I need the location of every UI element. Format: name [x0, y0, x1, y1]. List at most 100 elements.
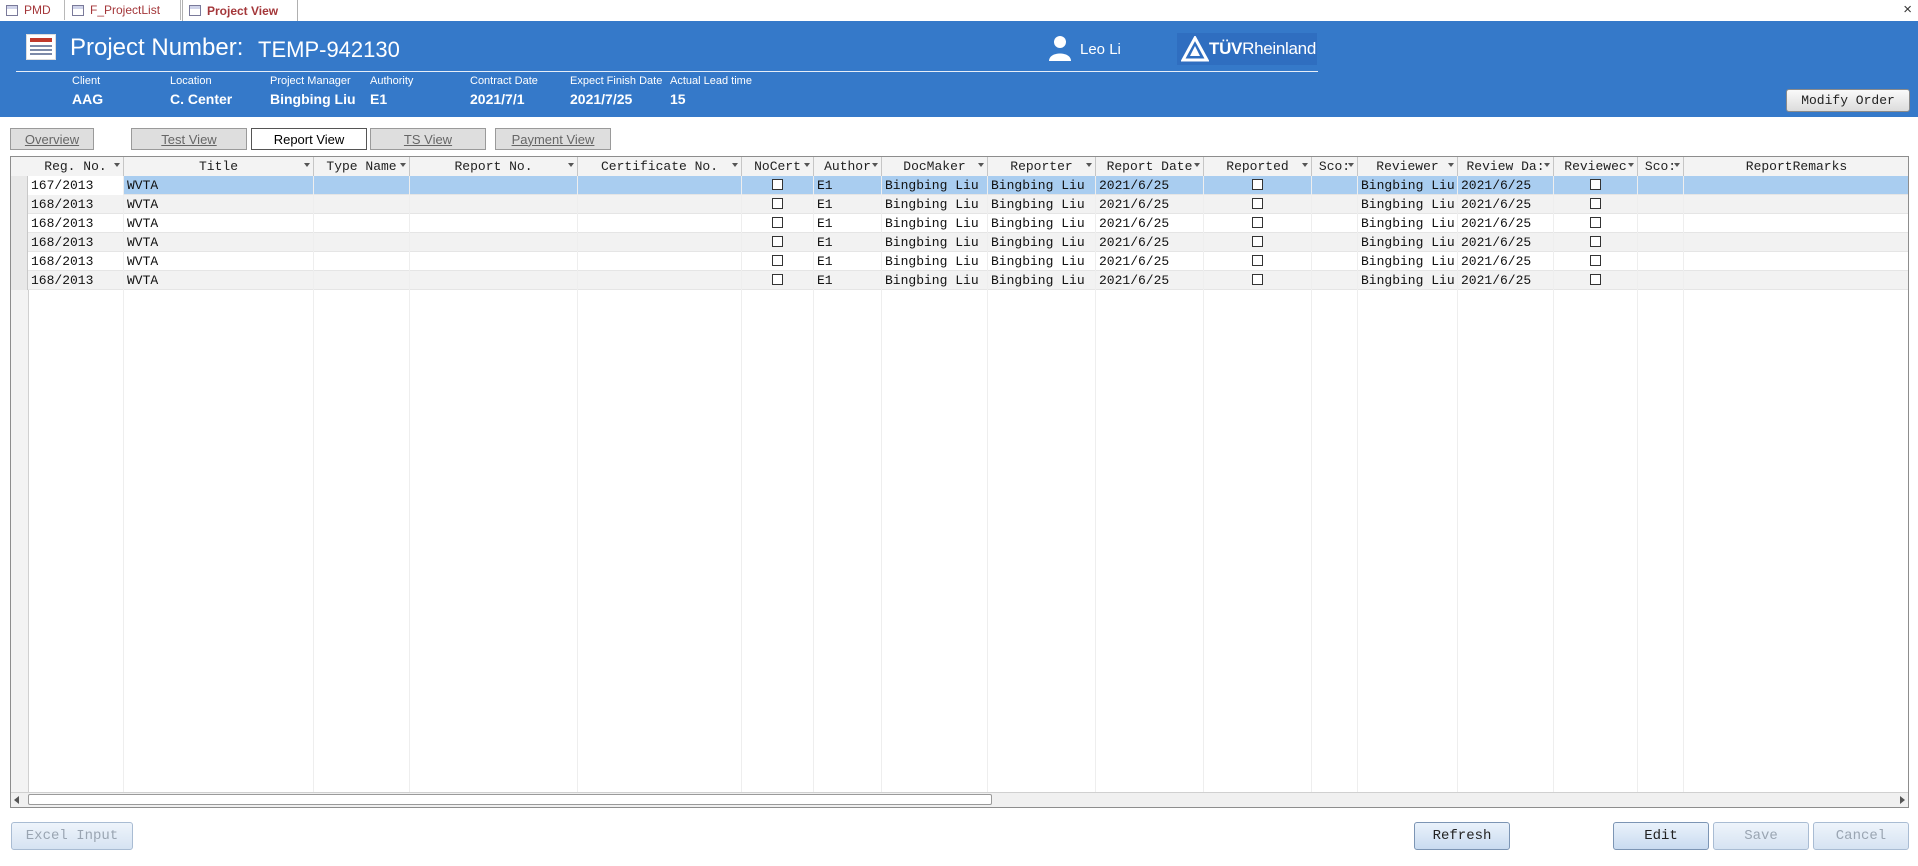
- cell-certificate-no[interactable]: [578, 195, 742, 214]
- table-row[interactable]: 168/2013 WVTA E1 Bingbing Liu Bingbing Liu 20…: [11, 233, 1908, 252]
- dropdown-arrow-icon[interactable]: [1628, 163, 1634, 167]
- reported-checkbox[interactable]: [1252, 217, 1263, 228]
- reported-checkbox[interactable]: [1252, 179, 1263, 190]
- cell-score-2[interactable]: [1638, 195, 1684, 214]
- cell-reported[interactable]: [1204, 176, 1312, 195]
- scrollbar-thumb[interactable]: [28, 794, 992, 805]
- cell-reporter[interactable]: Bingbing Liu: [988, 271, 1096, 290]
- cell-nocert[interactable]: [742, 176, 814, 195]
- cell-score[interactable]: [1312, 271, 1358, 290]
- cell-author[interactable]: E1: [814, 233, 882, 252]
- cell-reg-no[interactable]: 168/2013: [28, 195, 124, 214]
- tab-report-view[interactable]: Report View: [251, 128, 367, 150]
- horizontal-scrollbar[interactable]: [11, 792, 1908, 807]
- cell-reg-no[interactable]: 168/2013: [28, 233, 124, 252]
- cell-reporter[interactable]: Bingbing Liu: [988, 233, 1096, 252]
- record-selector[interactable]: [11, 252, 28, 271]
- reviewed-checkbox[interactable]: [1590, 255, 1601, 266]
- cell-report-no[interactable]: [410, 176, 578, 195]
- cell-report-date[interactable]: 2021/6/25: [1096, 195, 1204, 214]
- column-header-type-name[interactable]: Type Name: [314, 157, 410, 176]
- reported-checkbox[interactable]: [1252, 255, 1263, 266]
- nocert-checkbox[interactable]: [772, 217, 783, 228]
- cell-reported[interactable]: [1204, 252, 1312, 271]
- cell-type-name[interactable]: [314, 252, 410, 271]
- report-datasheet[interactable]: Reg. No. Title Type Name Report No. Certific…: [10, 156, 1909, 808]
- column-header-report-no[interactable]: Report No.: [410, 157, 578, 176]
- cell-reviewed[interactable]: [1554, 271, 1638, 290]
- dropdown-arrow-icon[interactable]: [1348, 163, 1354, 167]
- cell-docmaker[interactable]: Bingbing Liu: [882, 233, 988, 252]
- cell-certificate-no[interactable]: [578, 271, 742, 290]
- cell-reg-no[interactable]: 168/2013: [28, 271, 124, 290]
- cell-report-remarks[interactable]: [1684, 214, 1908, 233]
- column-header-score[interactable]: Sco:: [1312, 157, 1358, 176]
- dropdown-arrow-icon[interactable]: [872, 163, 878, 167]
- cell-certificate-no[interactable]: [578, 233, 742, 252]
- cell-nocert[interactable]: [742, 271, 814, 290]
- cell-report-remarks[interactable]: [1684, 252, 1908, 271]
- column-header-score-2[interactable]: Sco:: [1638, 157, 1684, 176]
- cell-title[interactable]: WVTA: [124, 214, 314, 233]
- cell-type-name[interactable]: [314, 271, 410, 290]
- cell-nocert[interactable]: [742, 233, 814, 252]
- table-row[interactable]: 168/2013 WVTA E1 Bingbing Liu Bingbing Liu 20…: [11, 271, 1908, 290]
- scroll-right-icon[interactable]: [1900, 796, 1905, 804]
- cell-certificate-no[interactable]: [578, 214, 742, 233]
- column-header-reviewer[interactable]: Reviewer: [1358, 157, 1458, 176]
- excel-input-button[interactable]: Excel Input: [11, 822, 133, 850]
- cell-reg-no[interactable]: 168/2013: [28, 214, 124, 233]
- cell-report-date[interactable]: 2021/6/25: [1096, 233, 1204, 252]
- cell-title[interactable]: WVTA: [124, 271, 314, 290]
- cell-reporter[interactable]: Bingbing Liu: [988, 252, 1096, 271]
- cancel-button[interactable]: Cancel: [1813, 822, 1909, 850]
- cell-reviewer[interactable]: Bingbing Liu: [1358, 214, 1458, 233]
- cell-reviewer[interactable]: Bingbing Liu: [1358, 271, 1458, 290]
- dropdown-arrow-icon[interactable]: [1674, 163, 1680, 167]
- column-header-reporter[interactable]: Reporter: [988, 157, 1096, 176]
- tab-payment-view[interactable]: Payment View: [495, 128, 611, 150]
- nocert-checkbox[interactable]: [772, 236, 783, 247]
- doc-tab-project-view[interactable]: Project View: [182, 0, 298, 21]
- reviewed-checkbox[interactable]: [1590, 198, 1601, 209]
- cell-docmaker[interactable]: Bingbing Liu: [882, 271, 988, 290]
- cell-report-remarks[interactable]: [1684, 233, 1908, 252]
- cell-author[interactable]: E1: [814, 195, 882, 214]
- dropdown-arrow-icon[interactable]: [568, 163, 574, 167]
- cell-type-name[interactable]: [314, 233, 410, 252]
- nocert-checkbox[interactable]: [772, 255, 783, 266]
- nocert-checkbox[interactable]: [772, 179, 783, 190]
- record-selector[interactable]: [11, 271, 28, 290]
- cell-reporter[interactable]: Bingbing Liu: [988, 195, 1096, 214]
- cell-review-date[interactable]: 2021/6/25: [1458, 271, 1554, 290]
- dropdown-arrow-icon[interactable]: [1302, 163, 1308, 167]
- dropdown-arrow-icon[interactable]: [1448, 163, 1454, 167]
- column-header-report-date[interactable]: Report Date: [1096, 157, 1204, 176]
- cell-score[interactable]: [1312, 176, 1358, 195]
- cell-reviewed[interactable]: [1554, 195, 1638, 214]
- tab-ts-view[interactable]: TS View: [370, 128, 486, 150]
- cell-report-no[interactable]: [410, 271, 578, 290]
- cell-report-date[interactable]: 2021/6/25: [1096, 214, 1204, 233]
- column-header-title[interactable]: Title: [124, 157, 314, 176]
- cell-docmaker[interactable]: Bingbing Liu: [882, 252, 988, 271]
- refresh-button[interactable]: Refresh: [1414, 822, 1510, 850]
- cell-reviewed[interactable]: [1554, 252, 1638, 271]
- cell-report-no[interactable]: [410, 195, 578, 214]
- cell-score[interactable]: [1312, 252, 1358, 271]
- cell-docmaker[interactable]: Bingbing Liu: [882, 195, 988, 214]
- cell-score-2[interactable]: [1638, 214, 1684, 233]
- cell-docmaker[interactable]: Bingbing Liu: [882, 176, 988, 195]
- column-header-review-date[interactable]: Review Da:: [1458, 157, 1554, 176]
- cell-score-2[interactable]: [1638, 233, 1684, 252]
- scroll-left-icon[interactable]: [14, 796, 19, 804]
- cell-title[interactable]: WVTA: [124, 195, 314, 214]
- dropdown-arrow-icon[interactable]: [1086, 163, 1092, 167]
- doc-tab-projectlist[interactable]: F_ProjectList: [66, 0, 181, 20]
- dropdown-arrow-icon[interactable]: [1544, 163, 1550, 167]
- edit-button[interactable]: Edit: [1613, 822, 1709, 850]
- column-header-report-remarks[interactable]: ReportRemarks: [1684, 157, 1908, 176]
- column-header-author[interactable]: Author: [814, 157, 882, 176]
- cell-certificate-no[interactable]: [578, 252, 742, 271]
- cell-reported[interactable]: [1204, 271, 1312, 290]
